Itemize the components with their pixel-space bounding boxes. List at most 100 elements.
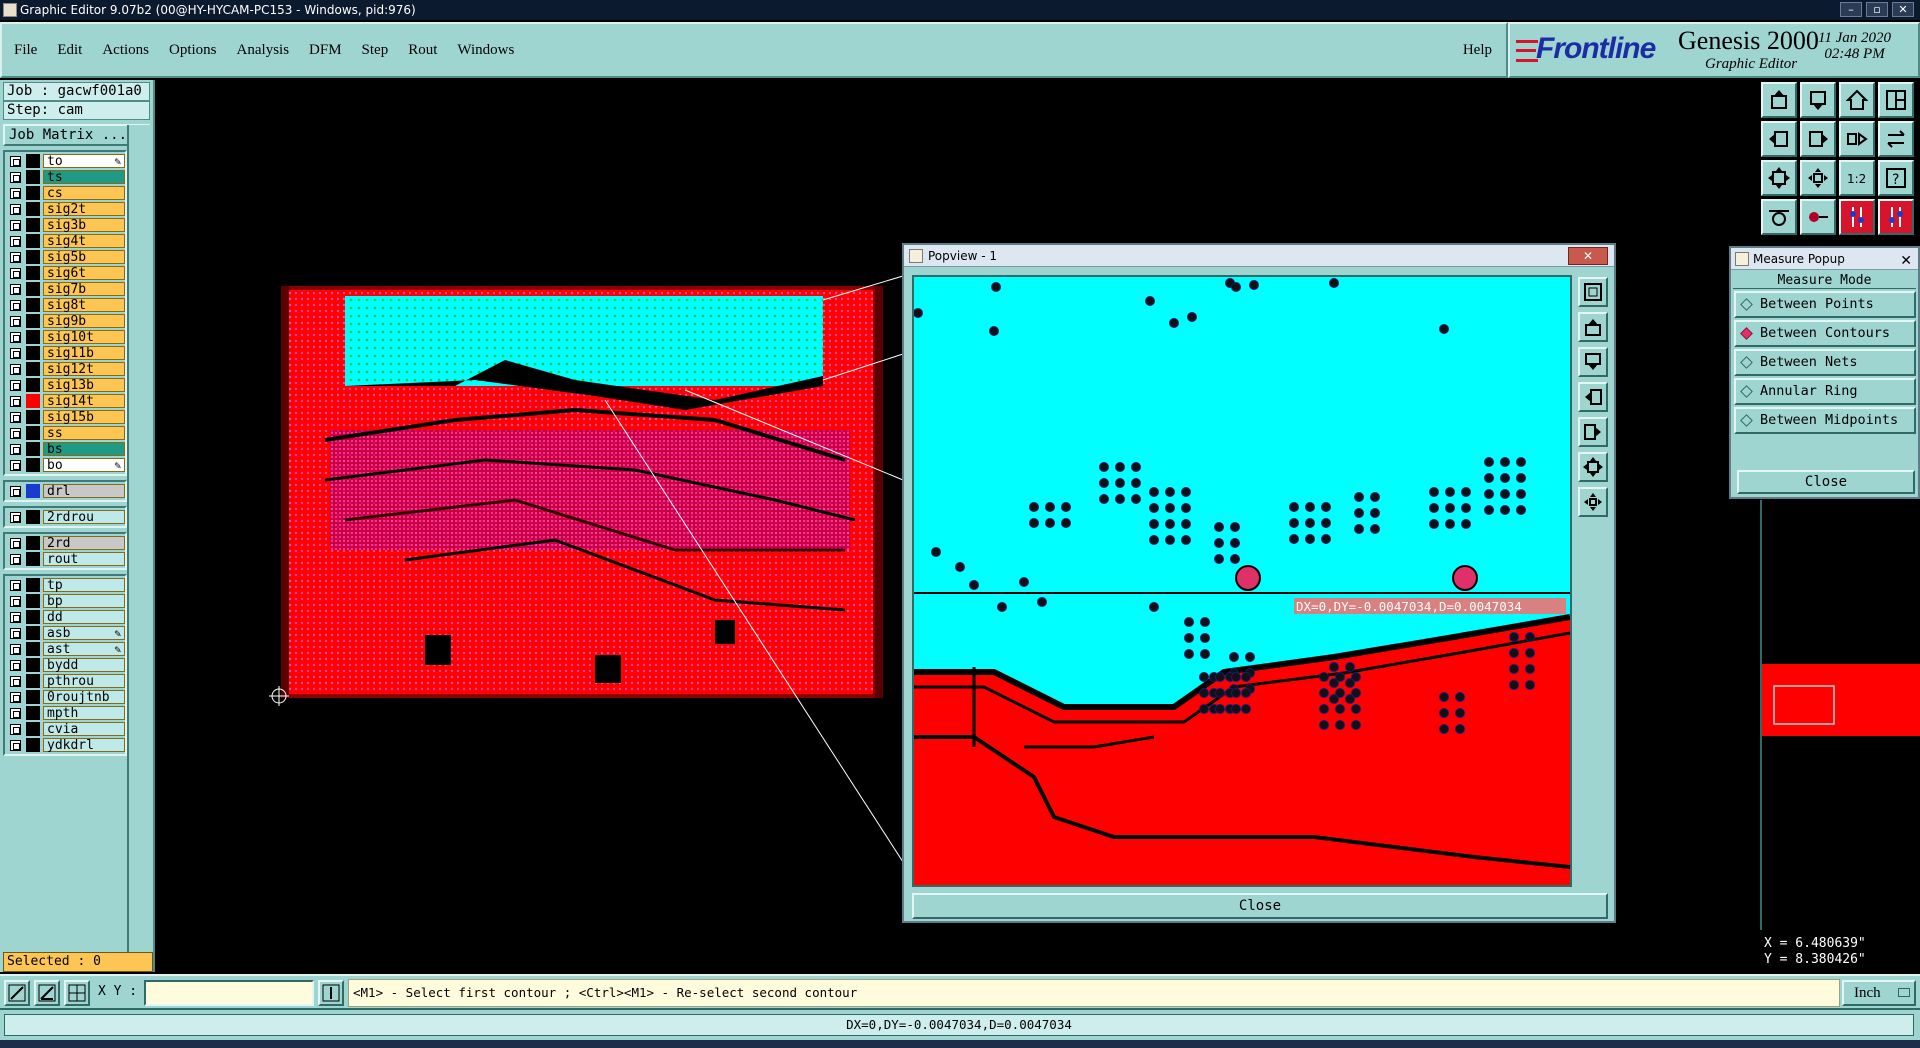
layer-name[interactable]: cvia: [43, 722, 125, 736]
layer-name[interactable]: sig12t: [43, 362, 125, 376]
help-tool-button[interactable]: ?: [1878, 160, 1914, 196]
layer-color-swatch[interactable]: [26, 458, 40, 472]
layer-name[interactable]: bo ✎: [43, 458, 125, 472]
popview-titlebar[interactable]: Popview - 1 ✕: [904, 245, 1614, 267]
layer-color-swatch[interactable]: [26, 706, 40, 720]
zoom-fit-button[interactable]: [1761, 160, 1797, 196]
layer-visibility-checkbox[interactable]: [10, 363, 21, 375]
layer-name[interactable]: sig4t: [43, 234, 125, 248]
layer-color-swatch[interactable]: [26, 410, 40, 424]
layer-visibility-checkbox[interactable]: [10, 611, 21, 623]
menu-dfm[interactable]: DFM: [309, 42, 342, 59]
layer-name[interactable]: cs: [43, 186, 125, 200]
layer-visibility-checkbox[interactable]: [10, 219, 21, 231]
measure-annular-ring[interactable]: Annular Ring: [1734, 378, 1916, 405]
zoom-center-button[interactable]: [1800, 160, 1836, 196]
swap-button[interactable]: [1878, 121, 1914, 157]
layer-name[interactable]: tp: [43, 578, 125, 592]
measure-between-nets[interactable]: Between Nets: [1734, 349, 1916, 376]
layer-row-2rd[interactable]: 2rd: [5, 535, 125, 551]
measure-tool-button[interactable]: [1800, 199, 1836, 235]
layer-visibility-checkbox[interactable]: [10, 579, 21, 591]
house-tool-button[interactable]: [1839, 82, 1875, 118]
layer-row-sig7b[interactable]: sig7b: [5, 281, 125, 297]
layer-color-swatch[interactable]: [26, 594, 40, 608]
layer-name[interactable]: ast ✎: [43, 642, 125, 656]
layer-name[interactable]: 2rd: [43, 536, 125, 550]
layer-visibility-checkbox[interactable]: [10, 675, 21, 687]
layer-row-sig15b[interactable]: sig15b: [5, 409, 125, 425]
layer-row-bs[interactable]: bs: [5, 441, 125, 457]
layer-name[interactable]: bp: [43, 594, 125, 608]
layer-color-swatch[interactable]: [26, 202, 40, 216]
layer-visibility-checkbox[interactable]: [10, 511, 21, 523]
net-compare-button[interactable]: [1878, 199, 1914, 235]
layer-row-sig8t[interactable]: sig8t: [5, 297, 125, 313]
layer-row-bp[interactable]: bp: [5, 593, 125, 609]
layer-name[interactable]: sig11b: [43, 346, 125, 360]
snap-tool-button[interactable]: [1761, 199, 1797, 235]
layer-visibility-checkbox[interactable]: [10, 203, 21, 215]
layer-name[interactable]: mpth: [43, 706, 125, 720]
pan-right-button[interactable]: [1800, 121, 1836, 157]
layer-row-2rdrou[interactable]: 2rdrou: [5, 509, 125, 525]
layer-row-bo[interactable]: bo ✎: [5, 457, 125, 473]
layer-row-sig6t[interactable]: sig6t: [5, 265, 125, 281]
layer-name[interactable]: sig2t: [43, 202, 125, 216]
layer-visibility-checkbox[interactable]: [10, 595, 21, 607]
menu-edit[interactable]: Edit: [57, 42, 82, 59]
unit-select[interactable]: Inch: [1842, 980, 1916, 1006]
layer-row-sig9b[interactable]: sig9b: [5, 313, 125, 329]
layer-row-sig10t[interactable]: sig10t: [5, 329, 125, 345]
layer-row-dd[interactable]: dd: [5, 609, 125, 625]
layer-color-swatch[interactable]: [26, 378, 40, 392]
layer-visibility-checkbox[interactable]: [10, 379, 21, 391]
layer-visibility-checkbox[interactable]: [10, 235, 21, 247]
layer-color-swatch[interactable]: [26, 362, 40, 376]
layer-row-rout[interactable]: rout: [5, 551, 125, 567]
down-tool-button[interactable]: [1800, 82, 1836, 118]
layer-row-sig11b[interactable]: sig11b: [5, 345, 125, 361]
layer-name[interactable]: sig5b: [43, 250, 125, 264]
layer-row-cvia[interactable]: cvia: [5, 721, 125, 737]
layer-visibility-checkbox[interactable]: [10, 659, 21, 671]
layer-color-swatch[interactable]: [26, 674, 40, 688]
layer-color-swatch[interactable]: [26, 578, 40, 592]
menu-windows[interactable]: Windows: [457, 42, 514, 59]
maximize-button[interactable]: ▫: [1866, 2, 1888, 17]
layer-visibility-checkbox[interactable]: [10, 331, 21, 343]
mirror-button[interactable]: [1839, 121, 1875, 157]
layer-visibility-checkbox[interactable]: [10, 459, 21, 471]
layer-row-sig5b[interactable]: sig5b: [5, 249, 125, 265]
layer-name[interactable]: to ✎: [43, 154, 125, 168]
popview-zoomed-view[interactable]: DX=0,DY=-0.0047034,D=0.0047034: [914, 277, 1570, 885]
layer-row-sig14t[interactable]: sig14t: [5, 393, 125, 409]
layer-panel-scrollbar[interactable]: [127, 125, 153, 970]
layer-row-sig2t[interactable]: sig2t: [5, 201, 125, 217]
layer-row-ast[interactable]: ast ✎: [5, 641, 125, 657]
line-tool-button[interactable]: [4, 980, 30, 1006]
menu-options[interactable]: Options: [169, 42, 217, 59]
layer-color-swatch[interactable]: [26, 510, 40, 524]
layer-color-swatch[interactable]: [26, 154, 40, 168]
layer-visibility-checkbox[interactable]: [10, 427, 21, 439]
layer-row-pthrou[interactable]: pthrou: [5, 673, 125, 689]
layer-name[interactable]: 2rdrou: [43, 510, 125, 524]
layer-visibility-checkbox[interactable]: [10, 485, 21, 497]
layer-color-swatch[interactable]: [26, 346, 40, 360]
menu-analysis[interactable]: Analysis: [237, 42, 290, 59]
layer-name[interactable]: drl: [43, 484, 125, 498]
menu-rout[interactable]: Rout: [408, 42, 437, 59]
layer-visibility-checkbox[interactable]: [10, 707, 21, 719]
layer-row-ss[interactable]: ss: [5, 425, 125, 441]
net-tool-button[interactable]: [1839, 199, 1875, 235]
measure-between-contours[interactable]: Between Contours: [1734, 320, 1916, 347]
layer-row-sig12t[interactable]: sig12t: [5, 361, 125, 377]
measure-popup-close-x-button[interactable]: ✕: [1900, 250, 1912, 272]
layer-name[interactable]: dd: [43, 610, 125, 624]
layer-color-swatch[interactable]: [26, 330, 40, 344]
scale-1-2-button[interactable]: 1:2: [1839, 160, 1875, 196]
layer-name[interactable]: ss: [43, 426, 125, 440]
popview-close-button[interactable]: Close: [912, 893, 1608, 919]
layer-visibility-checkbox[interactable]: [10, 723, 21, 735]
